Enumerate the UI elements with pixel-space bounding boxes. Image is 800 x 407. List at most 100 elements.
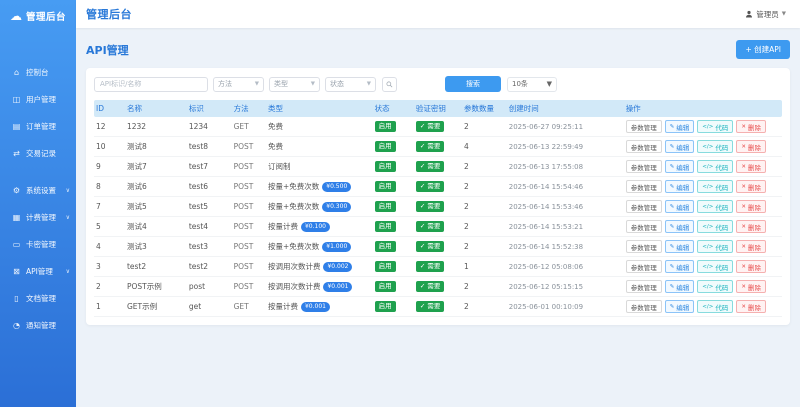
chevron-down-icon: ∨: [65, 187, 70, 194]
delete-button[interactable]: ✕ 删除: [736, 220, 766, 233]
cell-code: test2: [188, 262, 209, 271]
code-button[interactable]: </> 代码: [697, 200, 734, 213]
filter-select[interactable]: 类型 ▼: [269, 76, 320, 92]
edit-button[interactable]: ✎ 编辑: [664, 240, 695, 253]
sidebar-item-icon: ▤: [12, 122, 21, 131]
edit-button[interactable]: ✎ 编辑: [664, 160, 695, 173]
page-size-select[interactable]: 10条 ▼: [507, 76, 557, 92]
delete-button[interactable]: ✕ 删除: [736, 160, 766, 173]
delete-button-label: 删除: [747, 143, 761, 152]
sidebar-item[interactable]: ⌂ 控制台: [0, 59, 76, 86]
params-button[interactable]: 参数管理: [625, 280, 662, 293]
code-button[interactable]: </> 代码: [697, 240, 734, 253]
code-button[interactable]: </> 代码: [697, 280, 734, 293]
delete-button[interactable]: ✕ 删除: [736, 260, 766, 273]
edit-button[interactable]: ✎ 编辑: [664, 260, 695, 273]
filter-select[interactable]: 方法 ▼: [213, 76, 264, 92]
code-button[interactable]: </> 代码: [697, 300, 734, 313]
cell-params: 2: [464, 222, 469, 231]
edit-button-label: 编辑: [676, 203, 690, 212]
delete-button-label: 删除: [747, 183, 761, 192]
params-button[interactable]: 参数管理: [625, 140, 662, 153]
price-badge: ¥0.100: [300, 221, 330, 232]
cell-type: 按量+免费次数 ¥0.300: [266, 201, 373, 212]
sidebar-item-label: 计费管理: [26, 213, 56, 222]
params-button[interactable]: 参数管理: [625, 180, 662, 193]
delete-button[interactable]: ✕ 删除: [736, 300, 766, 313]
params-button[interactable]: 参数管理: [625, 160, 662, 173]
sidebar-nav: ⌂ 控制台 ◫ 用户管理 ▤ 订单管理 ⇄ 交易记录 ⚙ 系统设置 ∨ ▦ 计费…: [0, 59, 76, 339]
delete-button[interactable]: ✕ 删除: [736, 140, 766, 153]
delete-button[interactable]: ✕ 删除: [736, 240, 766, 253]
edit-button[interactable]: ✎ 编辑: [664, 200, 695, 213]
edit-button[interactable]: ✎ 编辑: [664, 120, 695, 133]
sidebar-item-label: API管理: [26, 267, 53, 276]
pencil-icon: ✎: [669, 203, 675, 210]
sidebar-item[interactable]: ▯ 文档管理: [0, 285, 76, 312]
edit-button-label: 编辑: [676, 303, 690, 312]
sidebar-item[interactable]: ⊠ API管理 ∨: [0, 258, 76, 285]
sidebar-item[interactable]: ⚙ 系统设置 ∨: [0, 177, 76, 204]
sidebar-item[interactable]: ▭ 卡密管理: [0, 231, 76, 258]
edit-button[interactable]: ✎ 编辑: [664, 300, 695, 313]
code-button[interactable]: </> 代码: [697, 180, 734, 193]
type-label: 按调用次数计费: [267, 282, 321, 291]
filter-select[interactable]: 状态 ▼: [325, 76, 376, 92]
delete-button-label: 删除: [747, 283, 761, 292]
cell-key: ✓ 需要: [414, 160, 462, 173]
sidebar-item[interactable]: ◫ 用户管理: [0, 86, 76, 113]
code-button[interactable]: </> 代码: [697, 160, 734, 173]
sidebar-item-label: 订单管理: [26, 122, 56, 131]
params-button[interactable]: 参数管理: [625, 120, 662, 133]
search-button[interactable]: 搜索: [445, 76, 501, 92]
main-area: 管理后台 管理员 ▼ API管理 + 创建API 方法 ▼: [76, 0, 800, 407]
edit-button[interactable]: ✎ 编辑: [664, 220, 695, 233]
edit-button[interactable]: ✎ 编辑: [664, 140, 695, 153]
cell-status: 启用: [373, 280, 414, 293]
cell-method: POST: [233, 182, 254, 191]
edit-button[interactable]: ✎ 编辑: [664, 280, 695, 293]
table-row: 9 测试7 test7 POST 订阅制 启用 ✓ 需要 2 2025-06-1…: [94, 157, 782, 177]
type-label: 按量+免费次数: [267, 182, 320, 191]
params-button[interactable]: 参数管理: [625, 300, 662, 313]
cell-method: POST: [233, 242, 254, 251]
params-button[interactable]: 参数管理: [625, 220, 662, 233]
app-logo[interactable]: ☁ 管理后台: [0, 0, 76, 33]
code-button-label: 代码: [715, 243, 729, 252]
cell-name: 测试7: [126, 162, 147, 171]
create-api-button[interactable]: + 创建API: [736, 40, 790, 59]
refresh-search-icon-button[interactable]: [382, 76, 397, 92]
cell-type: 按调用次数计费 ¥0.002: [266, 261, 373, 272]
code-button-label: 代码: [715, 123, 729, 132]
delete-button[interactable]: ✕ 删除: [736, 280, 766, 293]
chevron-down-icon: ∨: [65, 214, 70, 221]
user-menu[interactable]: 管理员 ▼: [745, 9, 786, 20]
sidebar-item[interactable]: ⇄ 交易记录: [0, 140, 76, 167]
code-button[interactable]: </> 代码: [697, 140, 734, 153]
params-button-label: 参数管理: [630, 223, 657, 232]
pencil-icon: ✎: [669, 223, 675, 230]
api-table: ID 名称 标识 方法 类型 状态 验证密钥 参数数量 创建时间 操作 12 1…: [94, 100, 782, 317]
cell-code: post: [188, 282, 206, 291]
cell-code: test5: [188, 202, 209, 211]
type-label: 订阅制: [267, 162, 291, 171]
code-button[interactable]: </> 代码: [697, 260, 734, 273]
sidebar-item[interactable]: ◔ 通知管理: [0, 312, 76, 339]
search-input[interactable]: [94, 76, 208, 92]
sidebar-item[interactable]: ▤ 订单管理: [0, 113, 76, 140]
cell-id: 1: [96, 302, 101, 311]
params-button[interactable]: 参数管理: [625, 240, 662, 253]
cell-status: 启用: [373, 200, 414, 213]
table-row: 5 测试4 test4 POST 按量计费 ¥0.100 启用 ✓ 需要 2 2…: [94, 217, 782, 237]
delete-button[interactable]: ✕ 删除: [736, 120, 766, 133]
code-button[interactable]: </> 代码: [697, 220, 734, 233]
delete-button[interactable]: ✕ 删除: [736, 180, 766, 193]
sidebar-item-icon: ▯: [14, 294, 19, 303]
sidebar-item[interactable]: ▦ 计费管理 ∨: [0, 204, 76, 231]
edit-button[interactable]: ✎ 编辑: [664, 180, 695, 193]
code-button[interactable]: </> 代码: [697, 120, 734, 133]
params-button[interactable]: 参数管理: [625, 260, 662, 273]
params-button[interactable]: 参数管理: [625, 200, 662, 213]
delete-button[interactable]: ✕ 删除: [736, 200, 766, 213]
type-label: 按量+免费次数: [267, 202, 320, 211]
